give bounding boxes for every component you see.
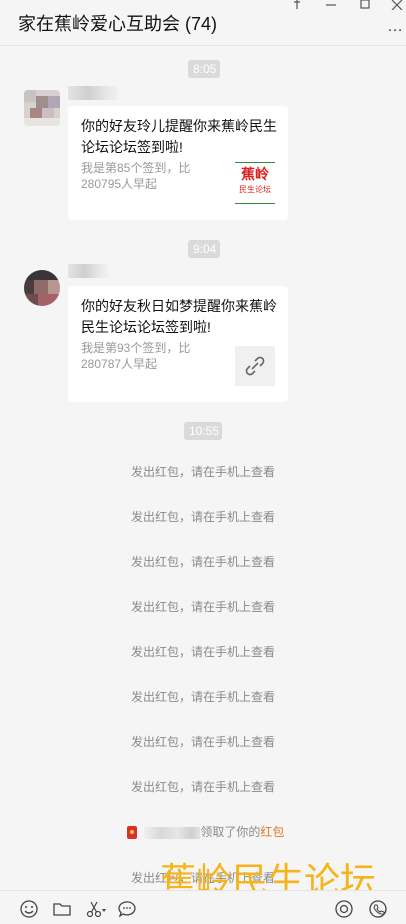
- message-card[interactable]: 你的好友秋日如梦提醒你来蕉岭民生论坛论坛签到啦! 我是第93个签到，比28078…: [68, 286, 288, 402]
- card-description: 我是第93个签到，比280787人早起: [81, 341, 191, 371]
- system-message: 发出红包，请在手机上查看: [130, 735, 275, 749]
- message-list[interactable]: 8:05 你的好友玲儿提醒你来蕉岭民生论坛论坛签到啦! 我是第85个签到，比28…: [0, 46, 406, 890]
- card-title: 你的好友玲儿提醒你来蕉岭民生论坛论坛签到啦!: [81, 118, 277, 155]
- timestamp: 8:05: [188, 60, 220, 78]
- thumbnail-logo-subtext: 民生论坛: [239, 185, 271, 194]
- sender-name: [68, 86, 118, 100]
- folder-icon[interactable]: [52, 899, 72, 919]
- video-call-icon[interactable]: [368, 899, 388, 919]
- input-toolbar: [0, 890, 406, 924]
- thumbnail-logo-text: 蕉岭: [241, 167, 269, 183]
- scissors-icon[interactable]: [85, 899, 106, 919]
- system-message: 发出红包，请在手机上查看: [130, 465, 275, 479]
- system-message: 发出红包，请在手机上查看: [130, 690, 275, 704]
- system-message: 发出红包，请在手机上查看: [130, 645, 275, 659]
- link-icon: [235, 346, 275, 386]
- maximize-icon[interactable]: [358, 0, 372, 14]
- card-description: 我是第85个签到，比280795人早起: [81, 161, 191, 191]
- chat-title: 家在蕉岭爱心互助会 (74): [18, 14, 218, 34]
- blurred-name: [144, 826, 201, 839]
- system-message: 发出红包，请在手机上查看: [130, 555, 275, 569]
- chat-icon[interactable]: [117, 899, 137, 919]
- emoji-icon[interactable]: [19, 899, 39, 919]
- close-icon[interactable]: [390, 0, 404, 14]
- sender-name: [68, 264, 108, 278]
- redpacket-notice: 领取了你的红包: [127, 823, 284, 840]
- avatar[interactable]: [24, 90, 60, 126]
- message-card[interactable]: 你的好友玲儿提醒你来蕉岭民生论坛论坛签到啦! 我是第85个签到，比280795人…: [68, 106, 288, 220]
- pin-icon[interactable]: [290, 0, 304, 14]
- timestamp: 9:04: [188, 240, 220, 258]
- system-message: 发出红包，请在手机上查看: [130, 510, 275, 524]
- system-message: 发出红包，请在手机上查看: [130, 780, 275, 794]
- record-icon[interactable]: [334, 899, 354, 919]
- redpacket-link[interactable]: 红包: [260, 825, 284, 839]
- more-options-button[interactable]: …: [387, 18, 404, 36]
- chat-header: 家在蕉岭爱心互助会 (74) …: [0, 0, 406, 46]
- card-thumbnail: 蕉岭 民生论坛: [235, 162, 275, 204]
- minimize-icon[interactable]: [324, 0, 338, 14]
- card-title: 你的好友秋日如梦提醒你来蕉岭民生论坛论坛签到啦!: [81, 298, 277, 335]
- redpacket-notice-text: 领取了你的: [200, 825, 261, 839]
- system-message: 发出红包，请在手机上查看: [130, 600, 275, 614]
- timestamp: 10:55: [184, 422, 222, 440]
- redpacket-icon: [127, 826, 137, 840]
- avatar[interactable]: [24, 270, 60, 306]
